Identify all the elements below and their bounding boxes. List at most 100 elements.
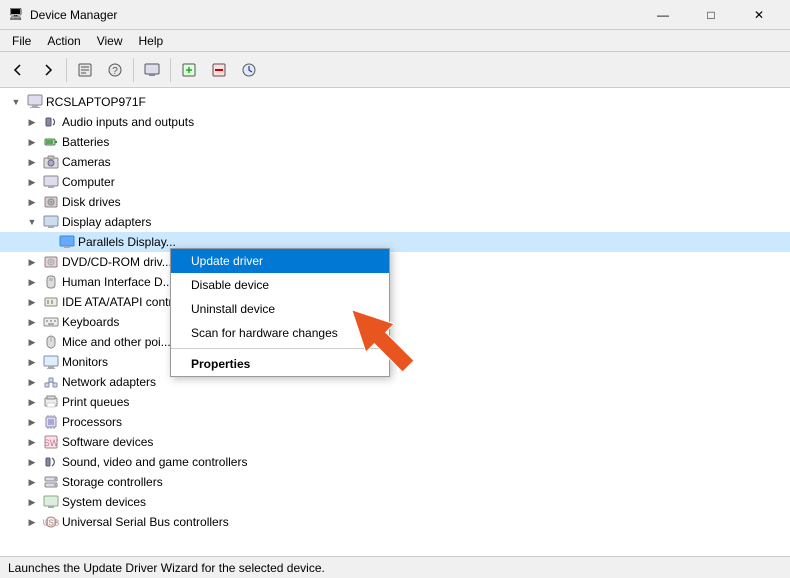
- expand-displayadapters[interactable]: ▼: [24, 214, 40, 230]
- expand-monitors[interactable]: ▶: [24, 354, 40, 370]
- tree-batteries[interactable]: ▶ Batteries: [0, 132, 790, 152]
- toolbar-help[interactable]: ?: [101, 56, 129, 84]
- diskdrives-label: Disk drives: [62, 195, 121, 209]
- computer-label: Computer: [62, 175, 115, 189]
- software-icon: SW: [43, 434, 59, 450]
- ctx-separator: [171, 348, 389, 349]
- expand-audio[interactable]: ▶: [24, 114, 40, 130]
- usb-label: Universal Serial Bus controllers: [62, 515, 229, 529]
- tree-ide[interactable]: ▶ IDE ATA/ATAPI contr...: [0, 292, 790, 312]
- expand-cameras[interactable]: ▶: [24, 154, 40, 170]
- tree-network[interactable]: ▶ Network adapters: [0, 372, 790, 392]
- parallels-icon: [59, 234, 75, 250]
- tree-system[interactable]: ▶ System devices: [0, 492, 790, 512]
- title-controls: — □ ✕: [640, 0, 782, 30]
- tree-parallels[interactable]: Parallels Display...: [0, 232, 790, 252]
- expand-storage[interactable]: ▶: [24, 474, 40, 490]
- expand-sound[interactable]: ▶: [24, 454, 40, 470]
- display-icon: [43, 214, 59, 230]
- expand-root[interactable]: ▼: [8, 94, 24, 110]
- computer2-icon: [43, 174, 59, 190]
- monitors-icon: [43, 354, 59, 370]
- expand-software[interactable]: ▶: [24, 434, 40, 450]
- cameras-label: Cameras: [62, 155, 111, 169]
- camera-icon: [43, 154, 59, 170]
- hid-icon: [43, 274, 59, 290]
- context-menu: Update driver Disable device Uninstall d…: [170, 248, 390, 377]
- expand-computer[interactable]: ▶: [24, 174, 40, 190]
- tree-displayadapters[interactable]: ▼ Display adapters: [0, 212, 790, 232]
- toolbar: ?: [0, 52, 790, 88]
- expand-system[interactable]: ▶: [24, 494, 40, 510]
- ctx-scan-label: Scan for hardware changes: [191, 326, 338, 340]
- window-title: Device Manager: [30, 8, 117, 22]
- monitors-label: Monitors: [62, 355, 108, 369]
- system-label: System devices: [62, 495, 146, 509]
- expand-hid[interactable]: ▶: [24, 274, 40, 290]
- close-button[interactable]: ✕: [736, 0, 782, 30]
- tree-software[interactable]: ▶ SW Software devices: [0, 432, 790, 452]
- tree-root[interactable]: ▼ RCSLAPTOP971F: [0, 92, 790, 112]
- menu-view[interactable]: View: [89, 32, 131, 50]
- minimize-button[interactable]: —: [640, 0, 686, 30]
- tree-monitors[interactable]: ▶ Monitors: [0, 352, 790, 372]
- title-bar: 🖥 Device Manager — □ ✕: [0, 0, 790, 30]
- expand-ide[interactable]: ▶: [24, 294, 40, 310]
- tree-diskdrives[interactable]: ▶ Disk drives: [0, 192, 790, 212]
- ctx-update-driver[interactable]: Update driver: [171, 249, 389, 273]
- toolbar-remove[interactable]: [205, 56, 233, 84]
- keyboard-icon: [43, 314, 59, 330]
- menu-file[interactable]: File: [4, 32, 39, 50]
- ctx-uninstall-device[interactable]: Uninstall device: [171, 297, 389, 321]
- audio-icon: [43, 114, 59, 130]
- tree-keyboards[interactable]: ▶ Keyboards: [0, 312, 790, 332]
- tree-sound[interactable]: ▶ Sound, video and game controllers: [0, 452, 790, 472]
- tree-view[interactable]: ▼ RCSLAPTOP971F ▶ Audio inputs and outpu…: [0, 88, 790, 556]
- ctx-update-driver-label: Update driver: [191, 254, 263, 268]
- tree-cameras[interactable]: ▶ Cameras: [0, 152, 790, 172]
- ctx-disable-device[interactable]: Disable device: [171, 273, 389, 297]
- expand-mice[interactable]: ▶: [24, 334, 40, 350]
- expand-usb[interactable]: ▶: [24, 514, 40, 530]
- print-icon: [43, 394, 59, 410]
- expand-diskdrives[interactable]: ▶: [24, 194, 40, 210]
- expand-processors[interactable]: ▶: [24, 414, 40, 430]
- expand-print[interactable]: ▶: [24, 394, 40, 410]
- processor-icon: [43, 414, 59, 430]
- storage-icon: [43, 474, 59, 490]
- menu-help[interactable]: Help: [131, 32, 172, 50]
- tree-processors[interactable]: ▶ Processors: [0, 412, 790, 432]
- tree-mice[interactable]: ▶ Mice and other poi...: [0, 332, 790, 352]
- maximize-button[interactable]: □: [688, 0, 734, 30]
- storage-label: Storage controllers: [62, 475, 163, 489]
- toolbar-sep-2: [133, 58, 134, 82]
- tree-audio[interactable]: ▶ Audio inputs and outputs: [0, 112, 790, 132]
- system-icon: [43, 494, 59, 510]
- expand-network[interactable]: ▶: [24, 374, 40, 390]
- toolbar-computer[interactable]: [138, 56, 166, 84]
- tree-storage[interactable]: ▶ Storage controllers: [0, 472, 790, 492]
- toolbar-forward[interactable]: [34, 56, 62, 84]
- tree-dvd[interactable]: ▶ DVD/CD-ROM driv...: [0, 252, 790, 272]
- expand-dvd[interactable]: ▶: [24, 254, 40, 270]
- toolbar-scan[interactable]: [175, 56, 203, 84]
- expand-batteries[interactable]: ▶: [24, 134, 40, 150]
- tree-print[interactable]: ▶ Print queues: [0, 392, 790, 412]
- tree-computer[interactable]: ▶ Computer: [0, 172, 790, 192]
- ctx-properties[interactable]: Properties: [171, 352, 389, 376]
- expand-keyboards[interactable]: ▶: [24, 314, 40, 330]
- dvd-label: DVD/CD-ROM driv...: [62, 255, 172, 269]
- ctx-uninstall-label: Uninstall device: [191, 302, 275, 316]
- toolbar-back[interactable]: [4, 56, 32, 84]
- ide-label: IDE ATA/ATAPI contr...: [62, 295, 182, 309]
- menu-action[interactable]: Action: [39, 32, 88, 50]
- tree-hid[interactable]: ▶ Human Interface D...: [0, 272, 790, 292]
- toolbar-properties[interactable]: [71, 56, 99, 84]
- toolbar-update[interactable]: [235, 56, 263, 84]
- tree-usb[interactable]: ▶ USB Universal Serial Bus controllers: [0, 512, 790, 532]
- mice-label: Mice and other poi...: [62, 335, 171, 349]
- ide-icon: [43, 294, 59, 310]
- ctx-properties-label: Properties: [191, 357, 250, 371]
- status-bar: Launches the Update Driver Wizard for th…: [0, 556, 790, 578]
- ctx-scan-hardware[interactable]: Scan for hardware changes: [171, 321, 389, 345]
